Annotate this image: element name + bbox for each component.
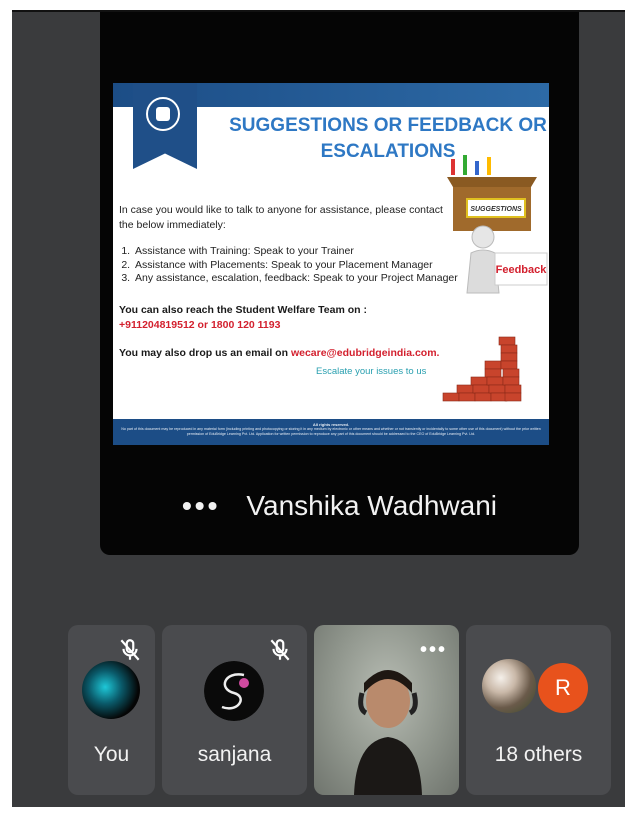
shared-slide: SUGGESTIONS OR FEEDBACK OR ESCALATIONS S…: [113, 83, 549, 445]
assistance-list: Assistance with Training: Speak to your …: [119, 245, 473, 286]
presenter-name: Vanshika Wadhwani: [246, 490, 497, 521]
mic-off-icon: [270, 639, 290, 661]
participant-tile-video[interactable]: •••: [314, 625, 459, 795]
suggestions-box-image: SUGGESTIONS: [447, 155, 537, 231]
participant-tile-others[interactable]: R 18 others: [466, 625, 611, 795]
others-avatar-initial: R: [538, 663, 588, 713]
more-vert-icon[interactable]: •••: [420, 639, 447, 662]
person-silhouette: [354, 670, 422, 795]
presentation-tile[interactable]: SUGGESTIONS OR FEEDBACK OR ESCALATIONS S…: [100, 12, 579, 555]
list-item: Any assistance, escalation, feedback: Sp…: [133, 272, 473, 286]
list-item: Assistance with Placements: Speak to you…: [133, 259, 473, 273]
presenter-name-bar: ••• Vanshika Wadhwani: [100, 490, 579, 522]
participant-tile-sanjana[interactable]: sanjana: [162, 625, 307, 795]
presenter-more-icon[interactable]: •••: [182, 490, 220, 521]
participant-name-sanjana: sanjana: [197, 743, 272, 766]
email-address: wecare@edubridgeindia.com.: [290, 347, 440, 359]
escalate-text: Escalate your issues to us: [316, 366, 427, 377]
slide-footer: All rights reserved. No part of this doc…: [113, 419, 549, 445]
email-prefix: You may also drop us an email on: [119, 347, 291, 359]
you-avatar: [82, 661, 140, 719]
suggestions-box-label: SUGGESTIONS: [470, 206, 522, 213]
foundation-course-logo: [133, 83, 197, 169]
welfare-prefix: You can also reach the Student Welfare T…: [119, 304, 367, 316]
footer-text: No part of this document may be reproduc…: [121, 427, 541, 436]
feedback-sign-label: Feedback: [496, 264, 548, 276]
list-item: Assistance with Training: Speak to your …: [133, 245, 473, 259]
others-avatar-flowers: [482, 659, 536, 713]
participant-name-others: 18 others: [494, 743, 583, 766]
welfare-contact-text: You can also reach the Student Welfare T…: [119, 303, 439, 333]
meeting-window: SUGGESTIONS OR FEEDBACK OR ESCALATIONS S…: [12, 10, 625, 807]
participant-tile-you[interactable]: You: [68, 625, 155, 795]
sanjana-avatar: [204, 661, 264, 721]
mic-off-icon: [120, 639, 140, 661]
welfare-numbers: +911204819512 or 1800 120 1193: [119, 319, 281, 331]
slide-intro-text: In case you would like to talk to anyone…: [119, 204, 443, 231]
bricks-stairs-image: [442, 336, 522, 402]
participant-name-you: You: [93, 743, 130, 766]
participant-strip: You sanjana ••• R 18 others: [12, 625, 625, 795]
email-contact-text: You may also drop us an email on wecare@…: [119, 347, 449, 359]
